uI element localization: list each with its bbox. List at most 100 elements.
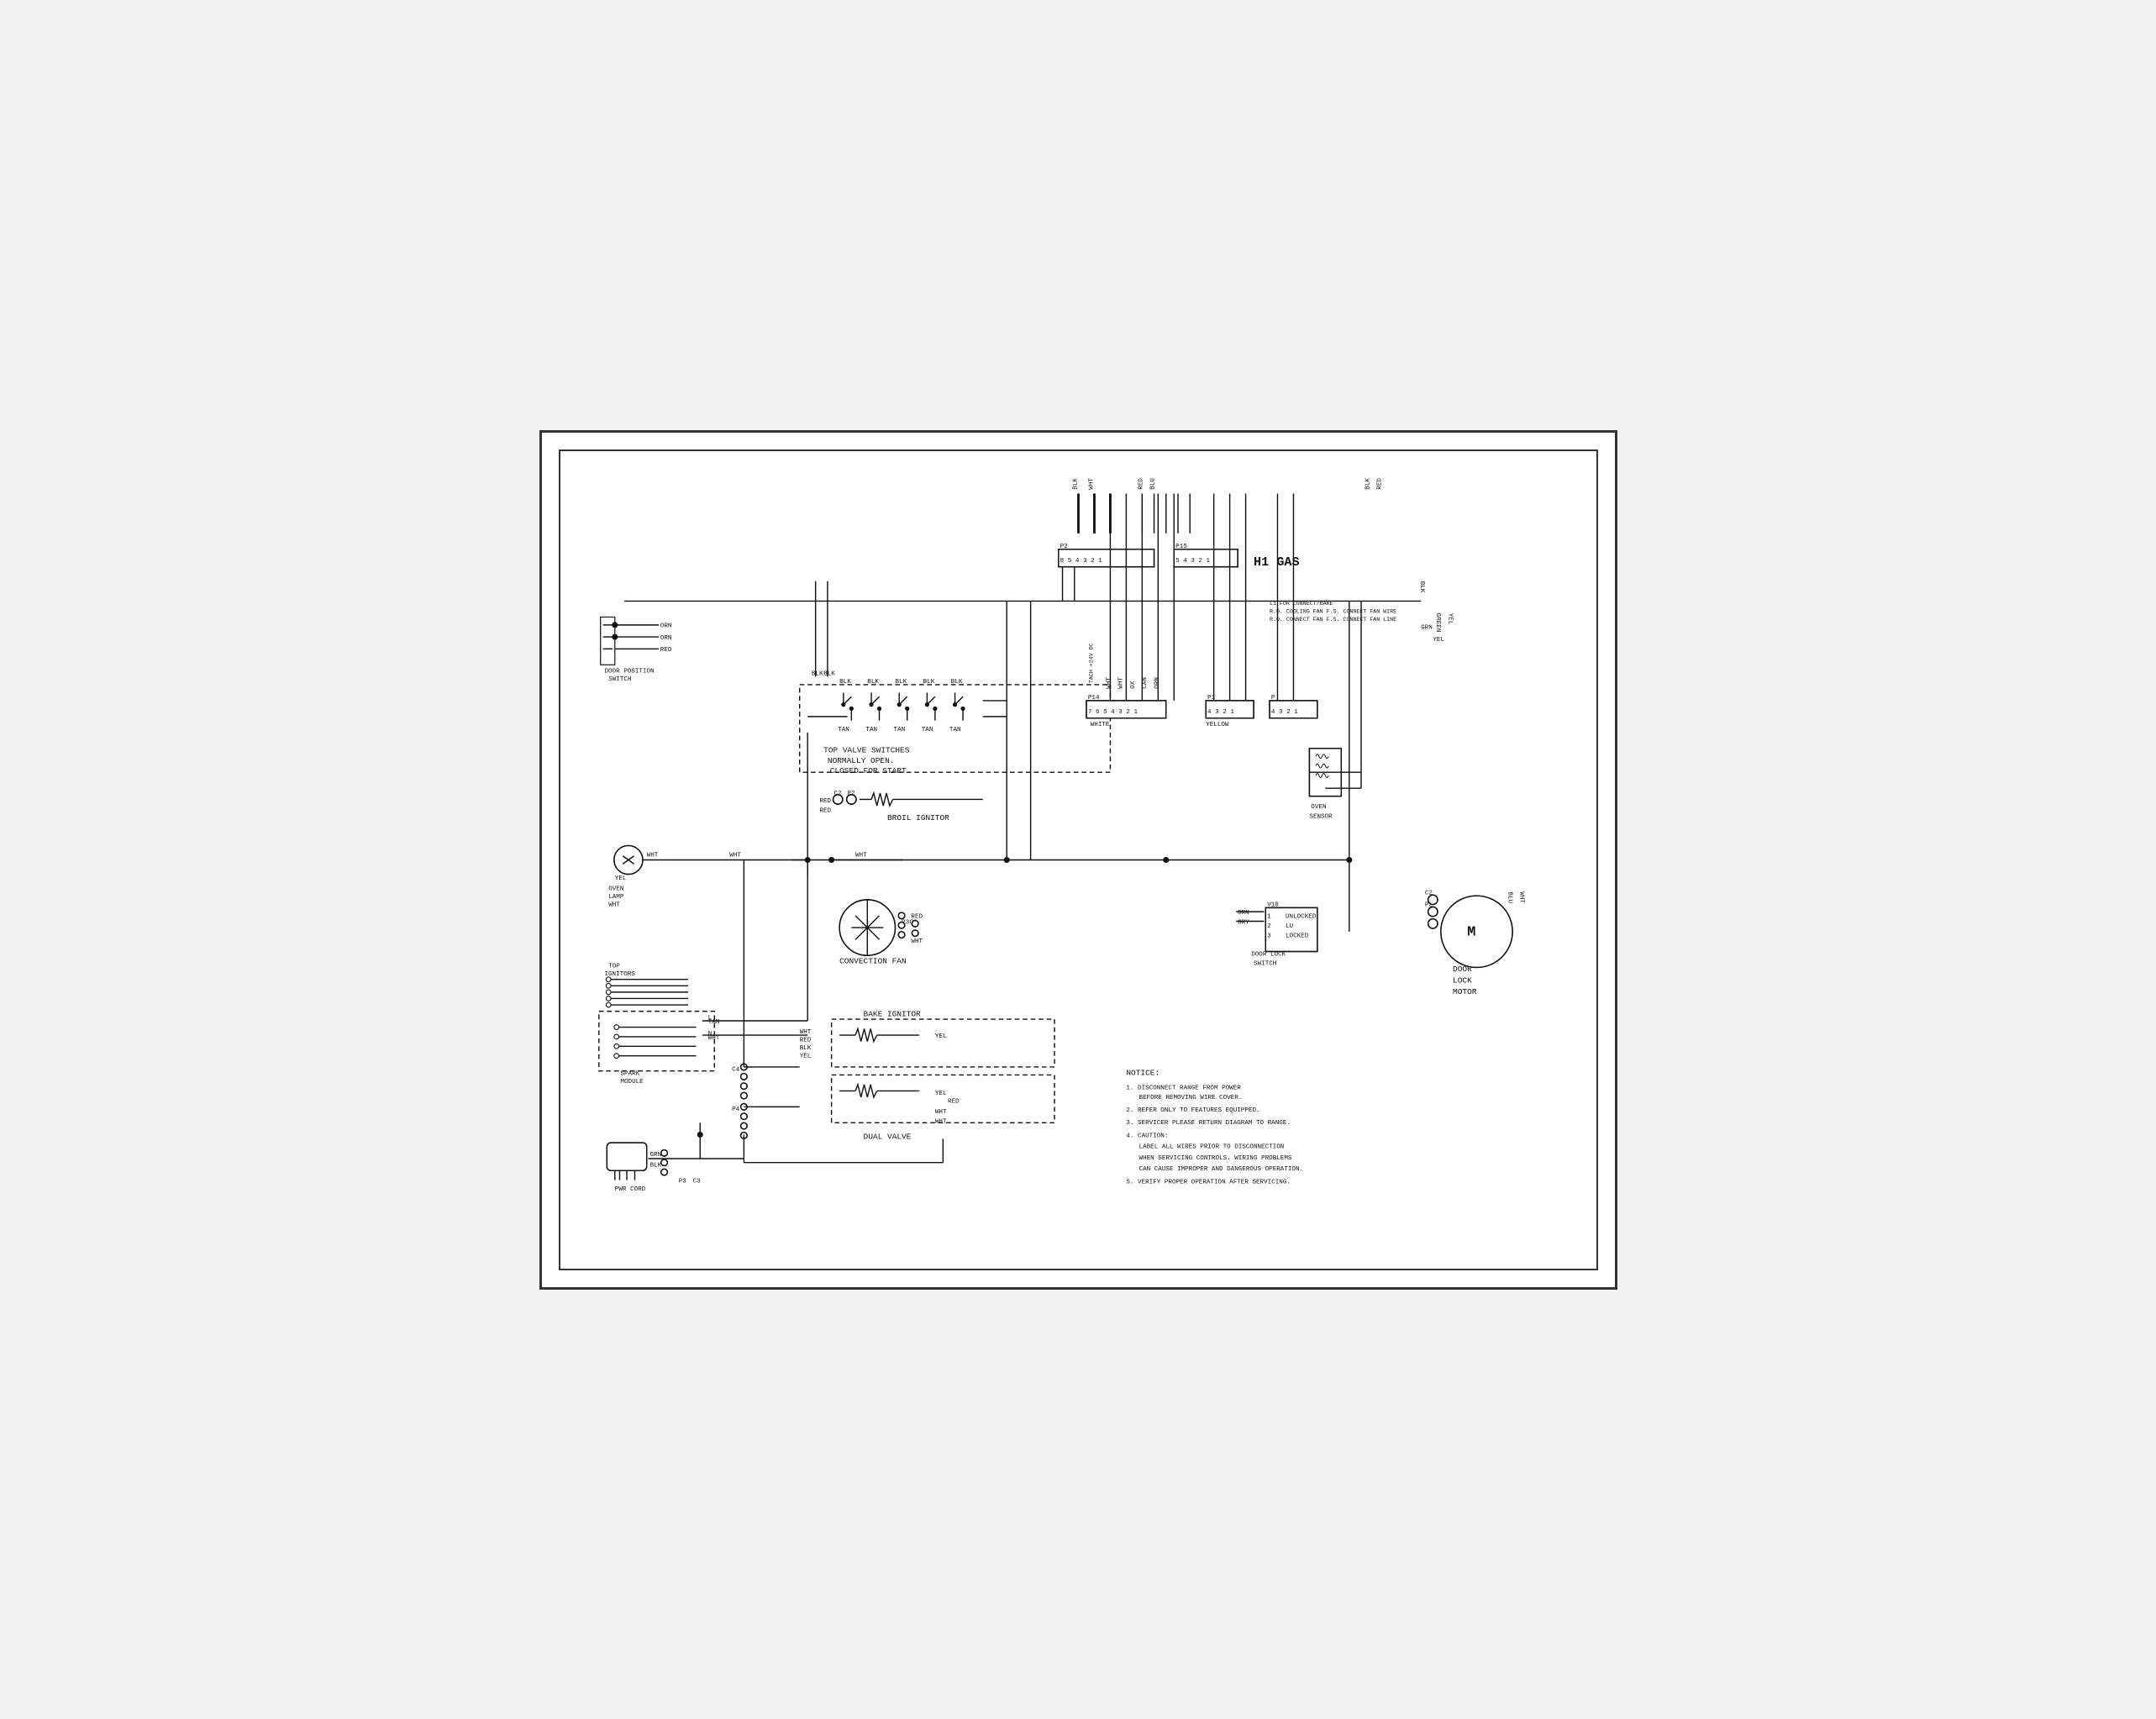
svg-text:YEL: YEL (614, 875, 626, 882)
svg-text:P3: P3 (678, 1178, 686, 1185)
svg-text:C2: C2 (833, 790, 842, 796)
svg-text:ORN: ORN (1238, 909, 1249, 916)
svg-text:OVEN: OVEN (1311, 803, 1326, 810)
svg-text:P15: P15 (1175, 543, 1187, 549)
svg-text:TAN: TAN (865, 726, 877, 733)
svg-text:YELLOW: YELLOW (1206, 722, 1229, 728)
svg-text:WHT: WHT (729, 852, 741, 859)
svg-text:DOOR LOCK: DOOR LOCK (1251, 951, 1286, 958)
svg-text:RED: RED (819, 807, 831, 814)
svg-text:C4: C4 (732, 1066, 740, 1073)
svg-text:1: 1 (1267, 913, 1271, 920)
svg-text:3: 3 (1267, 933, 1271, 939)
svg-text:MODULE: MODULE (620, 1078, 644, 1085)
svg-text:TOP VALVE SWITCHES: TOP VALVE SWITCHES (823, 745, 910, 754)
svg-text:ORN: ORN (1154, 677, 1160, 689)
svg-text:4 3 2 1: 4 3 2 1 (1207, 709, 1234, 716)
svg-text:YEL: YEL (934, 1091, 946, 1097)
svg-text:7 6 5 4 3 2 1: 7 6 5 4 3 2 1 (1087, 709, 1138, 716)
svg-text:WHT: WHT (1106, 676, 1112, 688)
diagram-area: text { font-family: 'Courier New', monos… (579, 470, 1578, 1250)
svg-text:YEL: YEL (934, 1033, 946, 1039)
svg-text:BLU: BLU (1149, 477, 1156, 489)
svg-text:NOTICE:: NOTICE: (1126, 1068, 1160, 1077)
page-container: text { font-family: 'Courier New', monos… (539, 430, 1617, 1290)
svg-text:WHT: WHT (707, 1034, 719, 1041)
svg-text:RED: RED (1138, 477, 1144, 489)
svg-text:WHT: WHT (855, 852, 867, 859)
svg-text:LAMP: LAMP (608, 894, 624, 901)
svg-text:YEL: YEL (1446, 612, 1453, 624)
svg-text:BLK: BLK (1365, 477, 1371, 489)
svg-text:ORN: ORN (660, 623, 671, 629)
svg-text:RED: RED (948, 1098, 960, 1105)
svg-text:BLK: BLK (823, 670, 835, 677)
svg-text:4 3 2 1: 4 3 2 1 (1270, 709, 1297, 716)
svg-text:SENSOR: SENSOR (1309, 813, 1333, 820)
svg-text:V10: V10 (1267, 902, 1279, 908)
svg-text:WHT: WHT (934, 1108, 946, 1115)
svg-text:RED: RED (1376, 477, 1383, 489)
svg-text:LU: LU (1285, 923, 1293, 930)
svg-text:BLK: BLK (950, 679, 962, 686)
svg-text:P4: P4 (732, 1107, 740, 1113)
svg-text:PWR CORD: PWR CORD (614, 1185, 645, 1192)
svg-text:BLK: BLK (649, 1162, 661, 1169)
svg-text:LOCK: LOCK (1453, 975, 1472, 985)
svg-text:R.O. CONNECT FAN F.S. CONNECT: R.O. CONNECT FAN F.S. CONNECT FAN LINE (1270, 616, 1396, 623)
svg-text:RED: RED (660, 647, 671, 654)
svg-text:BEFORE REMOVING WIRE COVER.: BEFORE REMOVING WIRE COVER. (1138, 1094, 1242, 1101)
svg-text:P2: P2 (847, 790, 855, 796)
svg-text:GRY: GRY (1238, 919, 1249, 926)
svg-text:UNLOCKED: UNLOCKED (1285, 913, 1316, 920)
svg-text:ORN: ORN (660, 634, 671, 641)
wiring-diagram-svg: text { font-family: 'Courier New', monos… (579, 470, 1578, 1250)
svg-text:YEL: YEL (1433, 636, 1444, 643)
svg-text:BROIL IGNITOR: BROIL IGNITOR (886, 813, 949, 823)
svg-text:TACH +24V DC: TACH +24V DC (1087, 643, 1094, 683)
svg-text:5 4 3 2 1: 5 4 3 2 1 (1175, 557, 1210, 564)
svg-text:TAN: TAN (921, 726, 933, 733)
svg-text:BLK: BLK (839, 679, 851, 686)
svg-text:BLK: BLK (1072, 477, 1079, 489)
svg-text:OX: OX (1129, 681, 1136, 689)
svg-text:WHT: WHT (934, 1118, 946, 1125)
svg-text:BLK: BLK (799, 1045, 811, 1052)
svg-text:YEL: YEL (799, 1053, 811, 1059)
svg-text:TAN: TAN (893, 726, 905, 733)
svg-text:H1 GAS: H1 GAS (1254, 554, 1300, 569)
svg-text:TAN: TAN (707, 1018, 719, 1025)
svg-text:4. CAUTION:: 4. CAUTION: (1126, 1133, 1168, 1139)
svg-text:OVEN: OVEN (608, 886, 623, 892)
svg-text:2. REFER ONLY TO FEATURES EQU: 2. REFER ONLY TO FEATURES EQUIPPED. (1126, 1107, 1259, 1114)
svg-text:TAN: TAN (838, 726, 849, 733)
svg-text:8 5 4 3 2 1: 8 5 4 3 2 1 (1060, 557, 1102, 564)
svg-text:RED: RED (819, 798, 831, 805)
svg-text:SWITCH: SWITCH (608, 676, 631, 683)
svg-text:CLOSED FOR START: CLOSED FOR START (829, 766, 906, 775)
svg-text:CAN CAUSE IMPROPER AND DANGERO: CAN CAUSE IMPROPER AND DANGEROUS OPERATI… (1138, 1166, 1303, 1173)
svg-text:WHEN SERVICING CONTROLS. WIRIN: WHEN SERVICING CONTROLS. WIRING PROBLEMS (1138, 1154, 1291, 1161)
svg-text:P2: P2 (1060, 543, 1068, 549)
svg-text:WHT: WHT (1088, 477, 1095, 489)
svg-text:NORMALLY OPEN.: NORMALLY OPEN. (827, 755, 894, 765)
svg-text:WHT: WHT (1117, 676, 1124, 688)
svg-text:BLU: BLU (1506, 891, 1512, 903)
svg-text:C3: C3 (692, 1178, 701, 1185)
svg-text:GREEN: GREEN (1434, 612, 1441, 632)
svg-text:SPARK: SPARK (620, 1070, 639, 1077)
svg-text:1. DISCONNECT RANGE FROM POWE: 1. DISCONNECT RANGE FROM POWER (1126, 1085, 1241, 1091)
svg-text:RED: RED (799, 1037, 811, 1043)
svg-text:BLK: BLK (923, 679, 934, 686)
svg-text:TAN: TAN (949, 726, 960, 733)
svg-text:LABEL ALL WIRES PRIOR TO DISCO: LABEL ALL WIRES PRIOR TO DISCONNECTION (1138, 1143, 1284, 1150)
svg-text:CAN: CAN (1142, 677, 1149, 689)
svg-text:WHT: WHT (608, 902, 620, 908)
svg-text:MOTOR: MOTOR (1453, 986, 1477, 996)
svg-text:P: P (1270, 695, 1275, 702)
svg-text:WHT: WHT (646, 852, 658, 859)
svg-text:WHT: WHT (911, 938, 923, 945)
svg-text:WHT: WHT (1517, 891, 1524, 903)
svg-text:DUAL VALVE: DUAL VALVE (863, 1132, 911, 1141)
svg-text:SWITCH: SWITCH (1254, 960, 1276, 967)
